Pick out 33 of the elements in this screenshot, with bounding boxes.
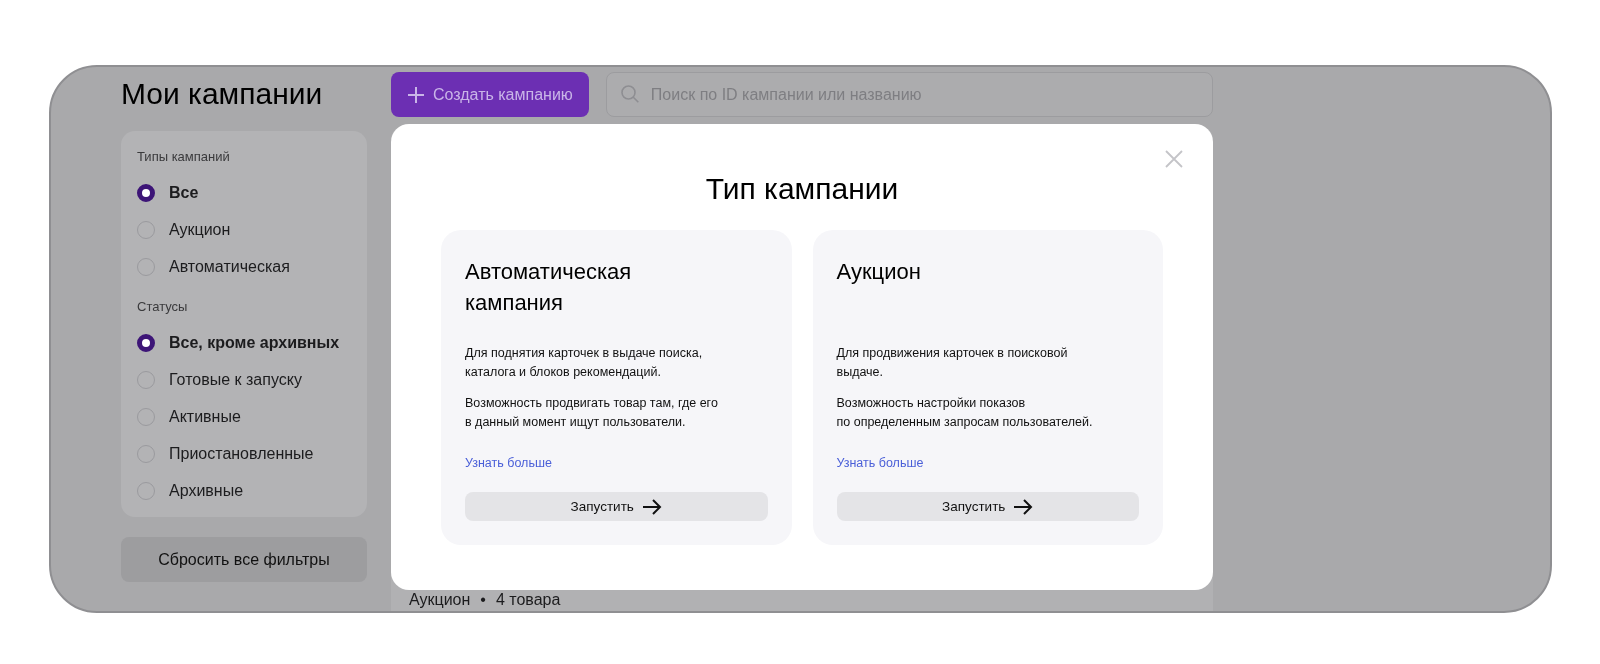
card-title: Автоматическая кампания xyxy=(465,258,633,317)
separator-dot: • xyxy=(480,591,486,609)
page-title: Мои кампании xyxy=(121,77,324,111)
radio-label[interactable]: Активные xyxy=(169,407,241,426)
filter-group-title: Статусы xyxy=(137,299,189,314)
radio-label[interactable]: Аукцион xyxy=(169,220,231,239)
launch-button[interactable]: Запустить xyxy=(465,492,768,521)
arrow-right-icon xyxy=(641,498,662,515)
plus-icon xyxy=(407,85,425,104)
launch-button[interactable]: Запустить xyxy=(836,492,1139,521)
learn-more-link[interactable]: Узнать больше xyxy=(465,456,552,470)
radio-button[interactable] xyxy=(137,333,155,352)
reset-filters-button[interactable]: Сбросить все фильтры xyxy=(121,537,367,582)
create-campaign-button[interactable]: Создать кампанию xyxy=(391,72,589,117)
radio-label[interactable]: Все xyxy=(169,183,199,202)
card-title: Аукцион xyxy=(836,258,922,286)
radio-label[interactable]: Все, кроме архивных xyxy=(169,333,340,352)
arrow-right-icon xyxy=(1013,498,1034,515)
card-description: Возможность настройки показов по определенным запросам пользователей. xyxy=(836,395,1094,431)
card-description: Возможность продвигать товар там, где его в данный момент ищут пользователи. xyxy=(465,395,719,431)
radio-label[interactable]: Готовые к запуску xyxy=(169,370,302,389)
card-description: Для поднятия карточек в выдаче поиска, каталога и блоков рекомендаций. xyxy=(465,345,704,381)
modal-title: Тип кампании xyxy=(704,172,900,206)
card-description: Для продвижения карточек в поисковой выдаче. xyxy=(836,345,1069,381)
product-count: 4 товара xyxy=(495,591,561,609)
close-icon[interactable] xyxy=(1165,150,1183,168)
filter-group-title: Типы кампаний xyxy=(137,149,231,164)
radio-label[interactable]: Приостановленные xyxy=(169,444,314,463)
radio-label[interactable]: Автоматическая xyxy=(169,257,290,276)
campaign-type: Аукцион xyxy=(409,591,471,609)
radio-label[interactable]: Архивные xyxy=(169,481,244,500)
learn-more-link[interactable]: Узнать больше xyxy=(836,456,924,470)
radio-button[interactable] xyxy=(137,183,155,202)
